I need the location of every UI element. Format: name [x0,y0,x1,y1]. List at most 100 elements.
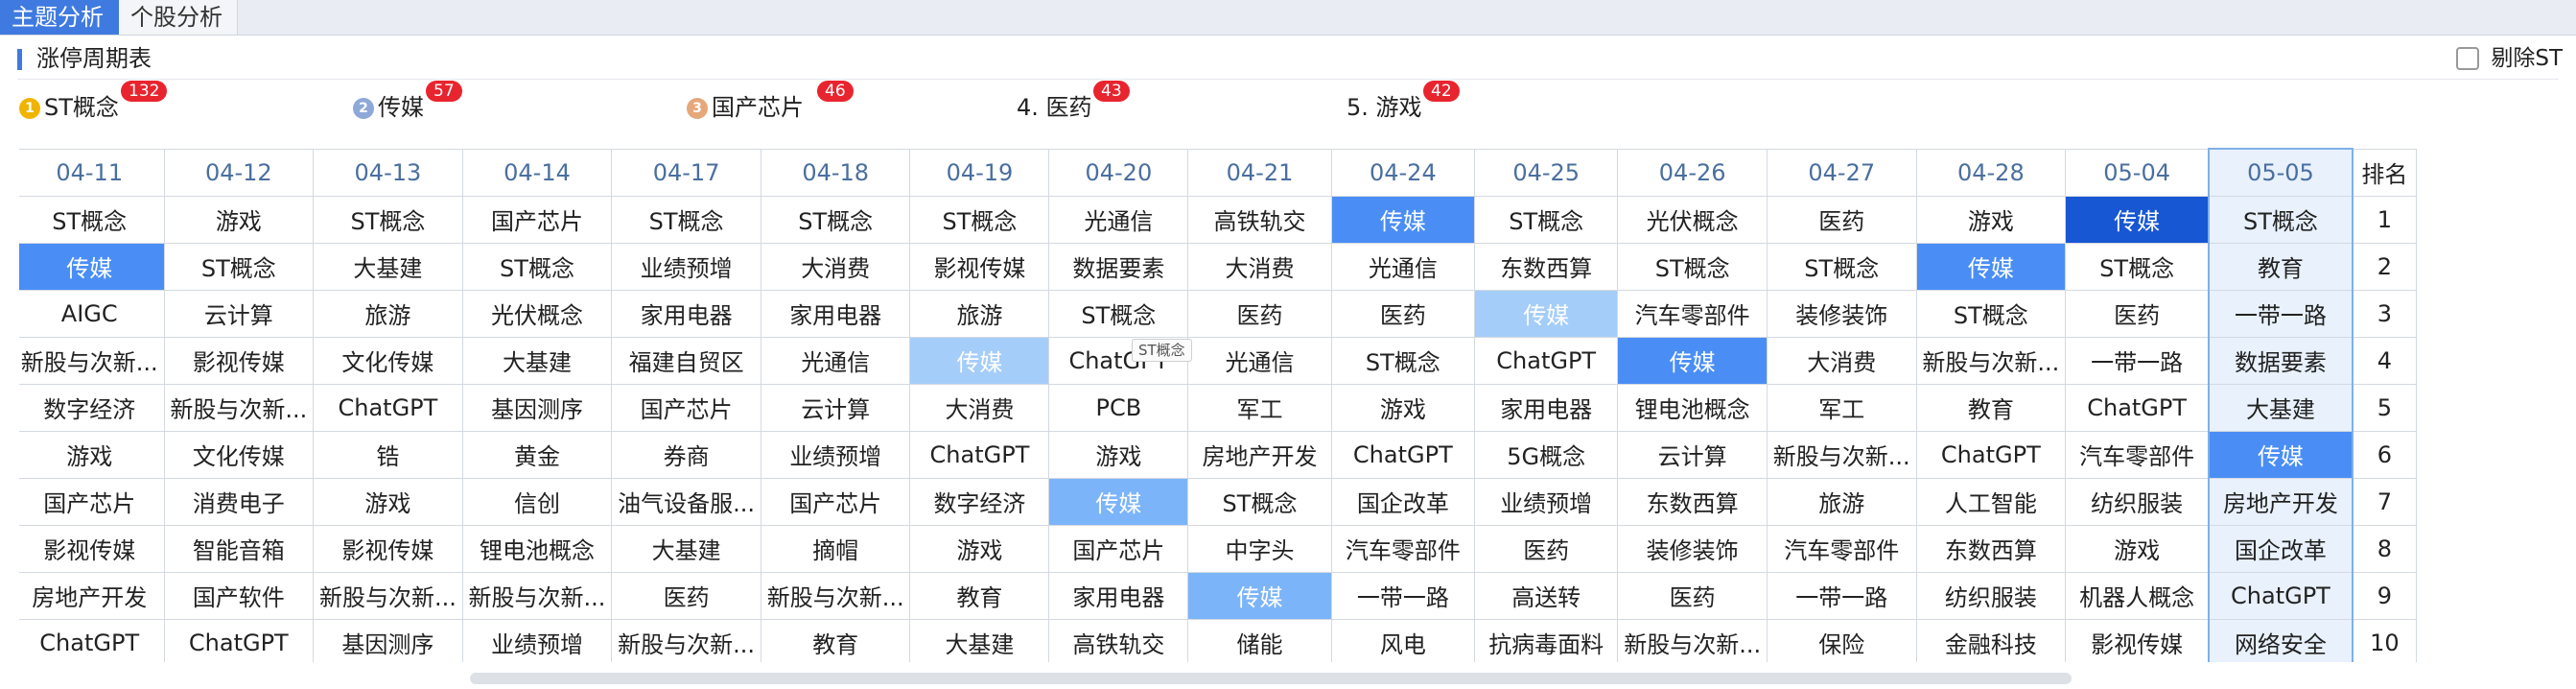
tab-stock-analysis[interactable]: 个股分析 [119,0,238,35]
theme-cell[interactable]: 纺织服装 [1915,571,2067,620]
date-header[interactable]: 04-24 [1330,148,1476,197]
top-theme-5[interactable]: 5. 游戏 42 [1347,81,1460,127]
theme-cell[interactable]: 影视传媒 [313,524,463,573]
theme-cell[interactable]: 军工 [1187,383,1332,432]
top-theme-2[interactable]: 2 传媒 57 [353,81,462,127]
theme-cell[interactable]: 大基建 [611,524,761,573]
theme-cell[interactable]: 数字经济 [19,383,165,432]
theme-cell[interactable]: ST概念 [2208,195,2354,244]
theme-cell[interactable]: 信创 [461,477,613,526]
theme-cell[interactable]: 国产芯片 [611,383,761,432]
theme-cell[interactable]: 大消费 [1187,242,1332,291]
theme-cell[interactable]: 业绩预增 [611,242,761,291]
theme-cell[interactable]: 一带一路 [2208,289,2354,338]
theme-cell[interactable]: 云计算 [1617,430,1768,479]
theme-cell[interactable]: 家用电器 [1048,571,1189,620]
theme-cell[interactable]: 传媒 [1187,571,1332,620]
theme-cell[interactable]: ST概念 [1048,289,1189,338]
theme-cell[interactable]: ST概念 [760,195,911,244]
theme-cell[interactable]: 新股与次新... [163,383,315,432]
theme-cell[interactable]: 家用电器 [760,289,911,338]
theme-cell[interactable]: 大消费 [760,242,911,291]
theme-cell[interactable]: 装修装饰 [1766,289,1917,338]
date-header[interactable]: 04-13 [313,148,463,197]
theme-cell[interactable]: ST概念 [2065,242,2210,291]
exclude-st-checkbox[interactable]: 剔除ST [2456,44,2563,73]
theme-cell[interactable]: 军工 [1766,383,1917,432]
theme-cell[interactable]: 影视传媒 [909,242,1050,291]
theme-cell[interactable]: ST概念 [1187,477,1332,526]
theme-cell[interactable]: 东数西算 [1915,524,2067,573]
theme-cell[interactable]: ST概念 [909,195,1050,244]
theme-cell[interactable]: 传媒 [1617,336,1768,385]
theme-cell[interactable]: 国企改革 [1330,477,1476,526]
theme-cell[interactable]: 游戏 [909,524,1050,573]
theme-cell[interactable]: 纺织服装 [2065,477,2210,526]
theme-cell[interactable]: 基因测序 [313,618,463,662]
theme-cell[interactable]: 旅游 [909,289,1050,338]
theme-cell[interactable]: 智能音箱 [163,524,315,573]
theme-cell[interactable]: 房地产开发 [1187,430,1332,479]
theme-cell[interactable]: 基因测序 [461,383,613,432]
theme-cell[interactable]: 一带一路 [1766,571,1917,620]
theme-cell[interactable]: ST概念 [1766,242,1917,291]
date-header[interactable]: 04-11 [19,148,165,197]
theme-cell[interactable]: 大基建 [313,242,463,291]
theme-cell[interactable]: 网络安全 [2208,618,2354,662]
date-header[interactable]: 04-14 [461,148,613,197]
theme-cell[interactable]: ChatGPT [909,430,1050,479]
theme-cell[interactable]: 光伏概念 [461,289,613,338]
date-header[interactable]: 04-25 [1474,148,1619,197]
theme-cell[interactable]: 光通信 [760,336,911,385]
theme-cell[interactable]: ST概念 [19,195,165,244]
theme-cell[interactable]: 一带一路 [2065,336,2210,385]
theme-cell[interactable]: 游戏 [1048,430,1189,479]
theme-cell[interactable]: 传媒 [19,242,165,291]
theme-cell[interactable]: 医药 [1474,524,1619,573]
theme-cell[interactable]: 光通信 [1048,195,1189,244]
theme-cell[interactable]: 家用电器 [1474,383,1619,432]
theme-cell[interactable]: 医药 [1330,289,1476,338]
theme-cell[interactable]: 影视传媒 [19,524,165,573]
theme-cell[interactable]: 国产芯片 [461,195,613,244]
theme-cell[interactable]: 东数西算 [1617,477,1768,526]
theme-cell[interactable]: 中字头 [1187,524,1332,573]
theme-cell[interactable]: 旅游 [313,289,463,338]
theme-cell[interactable]: 新股与次新... [461,571,613,620]
theme-cell[interactable]: 人工智能 [1915,477,2067,526]
theme-cell[interactable]: ST概念 [1915,289,2067,338]
theme-cell[interactable]: 国产芯片 [1048,524,1189,573]
theme-cell[interactable]: 国企改革 [2208,524,2354,573]
theme-cell[interactable]: 储能 [1187,618,1332,662]
top-theme-3[interactable]: 3 国产芯片 46 [687,81,854,127]
theme-cell[interactable]: 游戏 [163,195,315,244]
theme-cell[interactable]: 医药 [1766,195,1917,244]
theme-cell[interactable]: 教育 [2208,242,2354,291]
theme-cell[interactable]: 数字经济 [909,477,1050,526]
theme-cell[interactable]: ChatGPT [163,618,315,662]
theme-cell[interactable]: ST概念 [1617,242,1768,291]
theme-cell[interactable]: ChatGPT [19,618,165,662]
theme-cell[interactable]: 业绩预增 [461,618,613,662]
theme-cell[interactable]: ST概念 [1330,336,1476,385]
theme-cell[interactable]: 影视传媒 [163,336,315,385]
theme-cell[interactable]: 锂电池概念 [461,524,613,573]
date-header[interactable]: 04-27 [1766,148,1917,197]
theme-cell[interactable]: ST概念 [1474,195,1619,244]
theme-cell[interactable]: 新股与次新... [760,571,911,620]
theme-cell[interactable]: 医药 [611,571,761,620]
theme-cell[interactable]: 新股与次新... [1915,336,2067,385]
theme-cell[interactable]: 家用电器 [611,289,761,338]
theme-cell[interactable]: ChatGPT [1330,430,1476,479]
theme-cell[interactable]: 影视传媒 [2065,618,2210,662]
theme-cell[interactable]: 装修装饰 [1617,524,1768,573]
theme-cell[interactable]: 光伏概念 [1617,195,1768,244]
theme-cell[interactable]: 摘帽 [760,524,911,573]
theme-cell[interactable]: 文化传媒 [313,336,463,385]
theme-cell[interactable]: 游戏 [19,430,165,479]
theme-cell[interactable]: 数据要素 [2208,336,2354,385]
theme-cell[interactable]: 医药 [1187,289,1332,338]
date-header[interactable]: 04-20 [1048,148,1189,197]
theme-cell[interactable]: ST概念 [611,195,761,244]
theme-cell[interactable]: ST概念 [461,242,613,291]
